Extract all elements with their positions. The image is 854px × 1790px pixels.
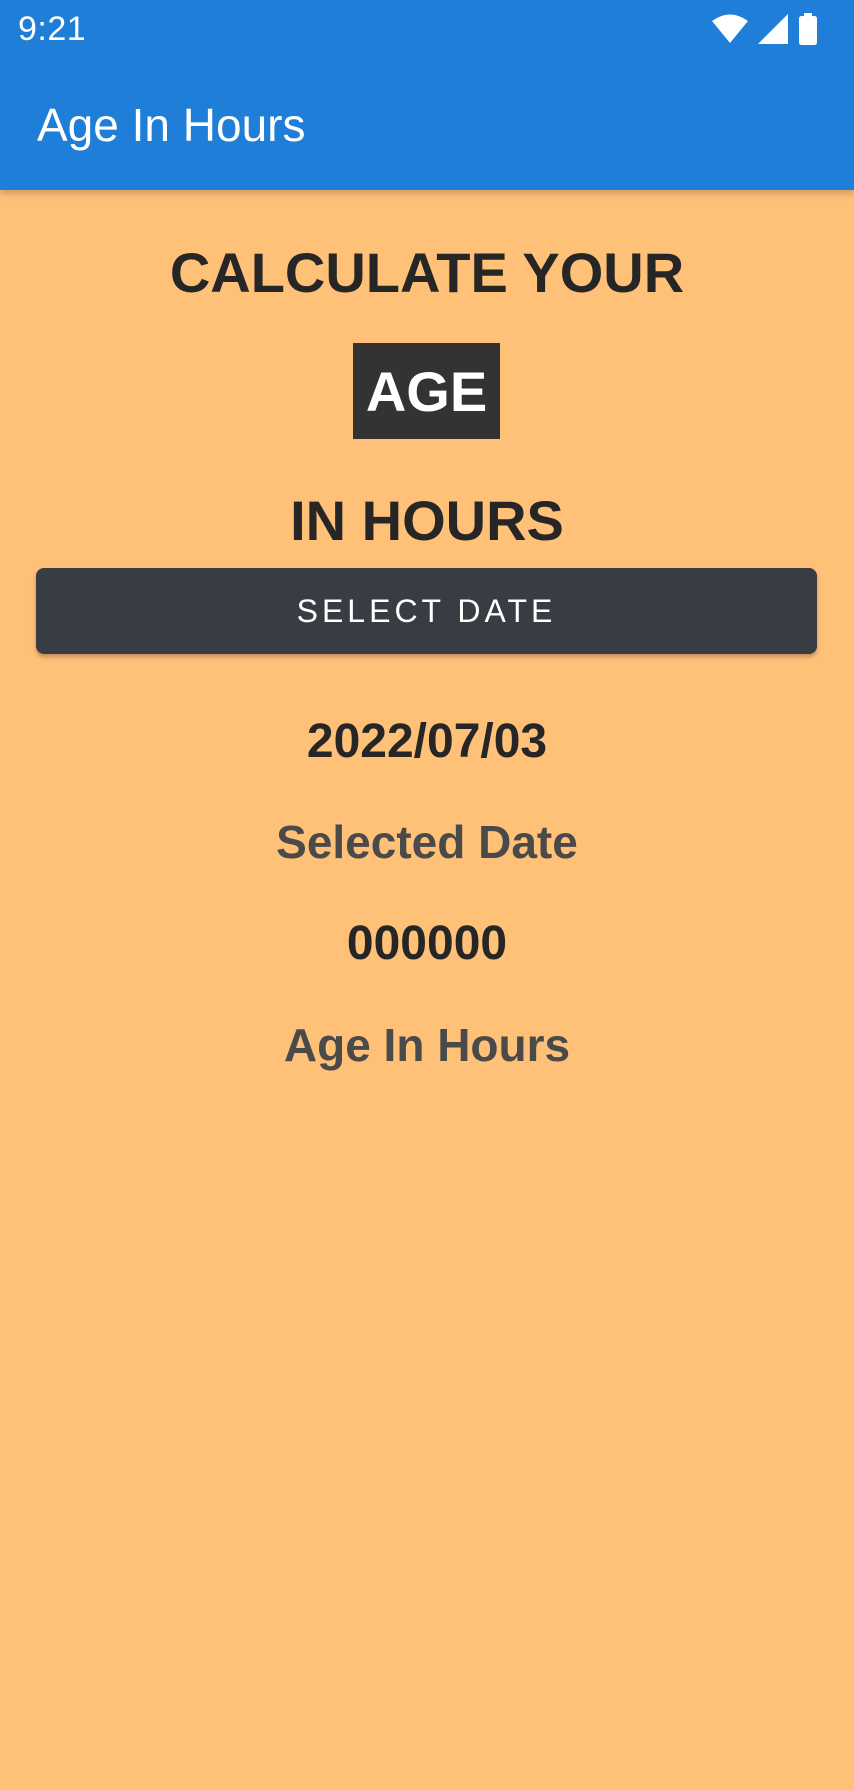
main-content: CALCULATE YOUR AGE IN HOURS SELECT DATE …: [0, 190, 854, 1790]
cell-signal-icon: [758, 14, 788, 44]
status-bar: 9:21: [0, 0, 854, 60]
age-in-hours-value: 000000: [346, 917, 508, 970]
selected-date-label: Selected Date: [276, 816, 578, 868]
status-time: 9:21: [18, 10, 87, 48]
selected-date-value: 2022/07/03: [306, 715, 548, 768]
heading-calculate-your: CALCULATE YOUR: [169, 241, 685, 304]
wifi-icon: [712, 14, 748, 44]
age-in-hours-label: Age In Hours: [283, 1019, 571, 1071]
battery-icon: [798, 13, 818, 45]
app-header: 9:21 Age In Hours: [0, 0, 854, 190]
app-title: Age In Hours: [37, 99, 306, 151]
select-date-button[interactable]: SELECT DATE: [36, 568, 817, 654]
status-icons: [712, 12, 818, 46]
heading-age-badge: AGE: [353, 343, 500, 439]
heading-in-hours: IN HOURS: [290, 489, 564, 552]
